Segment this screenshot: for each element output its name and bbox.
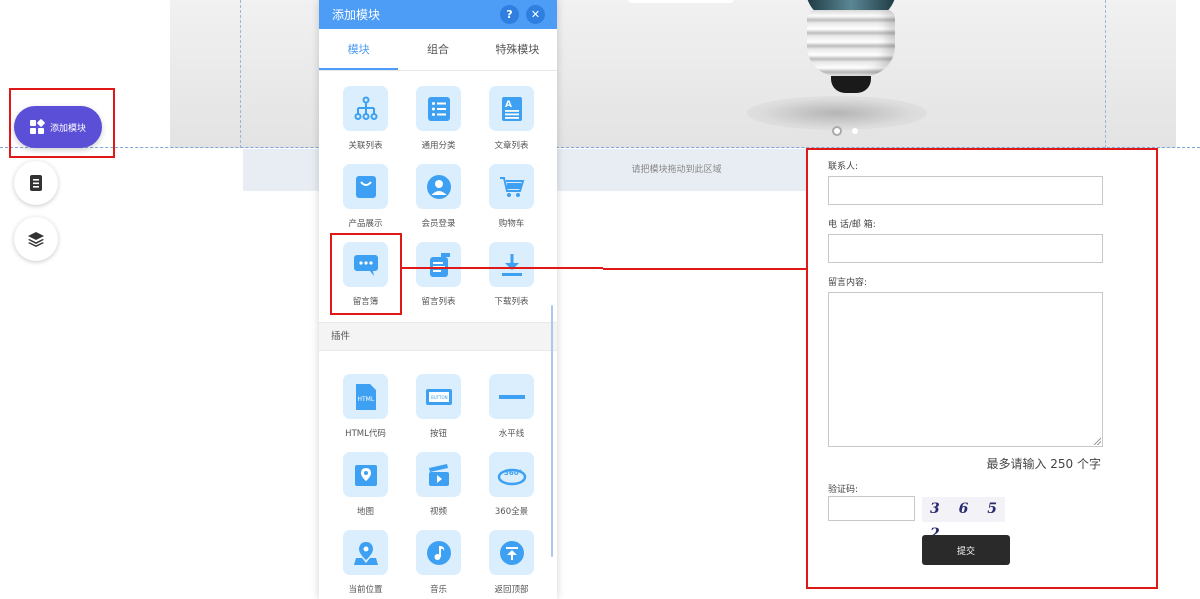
module-message-list[interactable]: 留言列表	[402, 242, 475, 316]
module-grid-icon	[29, 118, 46, 134]
user-icon	[416, 164, 461, 209]
panel-scrollbar[interactable]	[551, 305, 553, 557]
list-icon	[416, 86, 461, 131]
module-label: 会员登录	[421, 219, 456, 229]
svg-text:A: A	[505, 100, 512, 110]
plugin-music[interactable]: 音乐	[402, 530, 475, 599]
button-icon-text: BUTTON	[431, 395, 448, 400]
guide-line-left	[240, 0, 241, 148]
phone-email-label: 电 话/邮 箱:	[828, 220, 876, 230]
module-label: 下载列表	[494, 297, 529, 307]
panel-tabs: 模块 组合 特殊模块	[319, 29, 557, 71]
connector-line	[401, 267, 806, 270]
guestbook-form: 联系人: 电 话/邮 箱: 留言内容: 最多请输入 250 个字 验证码: 3 …	[806, 148, 1158, 589]
plugin-map[interactable]: 地图	[329, 452, 402, 526]
plugin-back-to-top[interactable]: 返回顶部	[475, 530, 548, 599]
banner-tab	[628, 0, 734, 3]
char-limit-hint: 最多请输入 250 个字	[986, 457, 1101, 471]
plugin-label: 当前位置	[348, 585, 383, 595]
module-article-list[interactable]: A 文章列表	[475, 86, 548, 160]
plugin-label: 360全景	[494, 507, 529, 517]
tab-special-modules[interactable]: 特殊模块	[478, 29, 557, 70]
hr-icon	[489, 374, 534, 419]
video-icon	[416, 452, 461, 497]
page-icon	[30, 175, 42, 191]
drop-zone-hint: 请把模块拖动到此区域	[631, 165, 722, 175]
add-module-label: 添加模块	[49, 123, 86, 134]
download-icon	[489, 242, 534, 287]
plugins-section-title: 插件	[319, 322, 557, 351]
plugin-horizontal-line[interactable]: 水平线	[475, 374, 548, 448]
html-icon: HTML	[343, 374, 388, 419]
bulb-shadow	[747, 96, 927, 130]
music-icon	[416, 530, 461, 575]
lightbulb-tip	[831, 76, 871, 93]
button-icon: BUTTON	[416, 374, 461, 419]
slider-dot[interactable]	[852, 128, 858, 134]
plugin-button[interactable]: BUTTON 按钮	[402, 374, 475, 448]
module-label: 购物车	[498, 219, 525, 229]
layers-tool-button[interactable]	[14, 217, 58, 261]
plugin-label: 水平线	[498, 429, 525, 439]
tab-combinations[interactable]: 组合	[398, 29, 477, 70]
module-label: 关联列表	[348, 141, 383, 151]
plugin-label: 音乐	[429, 585, 447, 595]
panorama-icon: 360°	[489, 452, 534, 497]
plugin-current-location[interactable]: 当前位置	[329, 530, 402, 599]
plugin-label: HTML代码	[345, 429, 386, 439]
layers-icon	[28, 232, 44, 247]
add-module-button[interactable]: 添加模块	[14, 106, 102, 148]
panel-header: 添加模块 ? ✕	[319, 0, 557, 29]
lightbulb-image	[807, 10, 895, 76]
contact-input[interactable]	[828, 176, 1103, 205]
module-label: 通用分类	[421, 141, 456, 151]
module-download-list[interactable]: 下载列表	[475, 242, 548, 316]
help-icon[interactable]: ?	[500, 5, 519, 24]
module-general-category[interactable]: 通用分类	[402, 86, 475, 160]
close-icon[interactable]: ✕	[526, 5, 545, 24]
message-content-textarea[interactable]	[828, 292, 1103, 447]
plugin-html-code[interactable]: HTML HTML代码	[329, 374, 402, 448]
plugin-label: 视频	[429, 507, 447, 517]
tree-icon	[343, 86, 388, 131]
captcha-label: 验证码:	[828, 485, 859, 495]
article-icon: A	[489, 86, 534, 131]
module-label: 产品展示	[348, 219, 383, 229]
tab-modules[interactable]: 模块	[319, 29, 399, 70]
cart-icon	[489, 164, 534, 209]
panorama-icon-text: 360°	[504, 469, 522, 477]
contact-label: 联系人:	[828, 162, 859, 172]
bag-icon	[343, 164, 388, 209]
captcha-image[interactable]: 3 6 5 2	[922, 497, 1005, 542]
plugin-video[interactable]: 视频	[402, 452, 475, 526]
page-tool-button[interactable]	[14, 161, 58, 205]
module-product-display[interactable]: 产品展示	[329, 164, 402, 238]
back-to-top-icon	[489, 530, 534, 575]
module-label: 文章列表	[494, 141, 529, 151]
slider-dot-active[interactable]	[832, 126, 842, 136]
phone-email-input[interactable]	[828, 234, 1103, 263]
location-icon	[343, 530, 388, 575]
plugin-360-panorama[interactable]: 360° 360全景	[475, 452, 548, 526]
submit-button[interactable]: 提交	[922, 535, 1010, 565]
plugin-label: 地图	[356, 507, 374, 517]
editor-canvas: 请把模块拖动到此区域 添加模块 添加模块 ? ✕ 模块 组合 特殊模块 关联列表…	[0, 0, 1200, 599]
module-related-list[interactable]: 关联列表	[329, 86, 402, 160]
module-label: 留言列表	[421, 297, 456, 307]
module-shopping-cart[interactable]: 购物车	[475, 164, 548, 238]
plugin-label: 按钮	[429, 429, 447, 439]
plugin-grid: HTML HTML代码 BUTTON 按钮 水平线 地图 视频 360° 360…	[319, 351, 557, 599]
guide-line-right	[1105, 0, 1106, 148]
highlight-guestbook	[330, 233, 402, 315]
captcha-input[interactable]	[828, 496, 915, 521]
message-content-label: 留言内容:	[828, 278, 868, 288]
html-icon-text: HTML	[357, 396, 374, 403]
message-list-icon	[416, 242, 461, 287]
plugin-label: 返回顶部	[494, 585, 529, 595]
panel-title: 添加模块	[332, 8, 381, 22]
module-member-login[interactable]: 会员登录	[402, 164, 475, 238]
map-icon	[343, 452, 388, 497]
resize-grip-icon[interactable]	[1094, 438, 1101, 445]
